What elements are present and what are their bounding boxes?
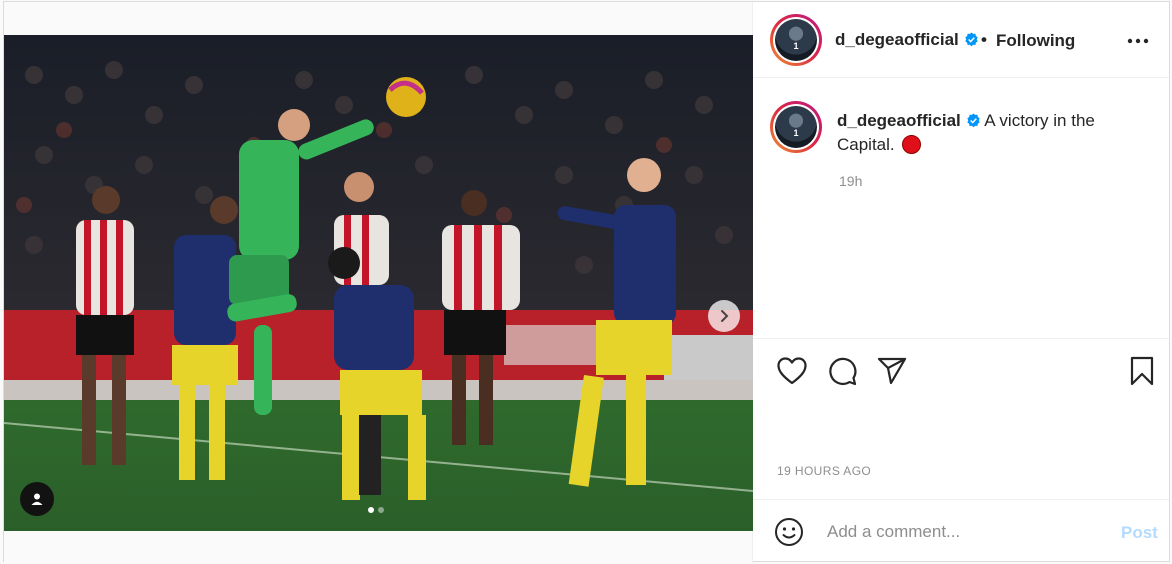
avatar-image: 1 [775,19,817,61]
caption-avatar-label: 1 [793,128,799,138]
carousel-dot [378,507,384,513]
post-sidebar: 1 d_degeaofficial • Following 1 d_degeao… [753,2,1169,561]
following-button[interactable]: Following [996,31,1075,51]
post-media [4,2,753,563]
post-comment-button[interactable]: Post [1121,523,1158,543]
more-horizontal-icon [1127,38,1149,44]
emoji-picker-button[interactable] [774,517,804,547]
caption-text: d_degeaofficial A victory in the Capital… [837,109,1147,157]
post-header: 1 d_degeaofficial • Following [753,2,1169,78]
post-actions [753,354,1169,394]
heart-icon [777,357,807,385]
share-icon [877,357,907,385]
share-button[interactable] [875,354,909,388]
user-tag-icon [31,493,43,505]
avatar[interactable]: 1 [770,14,822,66]
carousel-indicators [368,507,384,513]
next-slide-button[interactable] [708,300,740,332]
caption-avatar[interactable]: 1 [770,101,822,153]
comment-icon [829,357,857,386]
carousel-dot-active [368,507,374,513]
instagram-post: 1 d_degeaofficial • Following 1 d_degeao… [3,1,1170,563]
comment-button[interactable] [825,354,859,388]
comment-bar: Post [753,499,1169,561]
verified-badge-icon [964,32,978,47]
post-caption: 1 d_degeaofficial A victory in the Capit… [753,79,1169,339]
caption-avatar-image: 1 [775,106,817,148]
chevron-right-icon [721,310,729,322]
comment-input[interactable] [827,520,1097,544]
emoji-smile-icon [775,518,803,546]
verified-badge-icon [966,113,980,128]
like-button[interactable] [775,354,809,388]
post-photo[interactable] [4,35,753,531]
more-options-button[interactable] [1123,26,1153,56]
tagged-users-button[interactable] [20,482,54,516]
football-match-image [4,35,753,531]
caption-timestamp[interactable]: 19h [839,173,862,189]
red-circle-emoji-icon [902,135,922,154]
avatar-label: 1 [793,41,799,51]
save-button[interactable] [1125,354,1159,388]
caption-username[interactable]: d_degeaofficial [837,111,961,130]
header-separator: • [981,30,987,49]
header-username[interactable]: d_degeaofficial [835,30,979,50]
bookmark-icon [1130,356,1154,386]
post-time-ago[interactable]: 19 HOURS AGO [777,464,871,478]
